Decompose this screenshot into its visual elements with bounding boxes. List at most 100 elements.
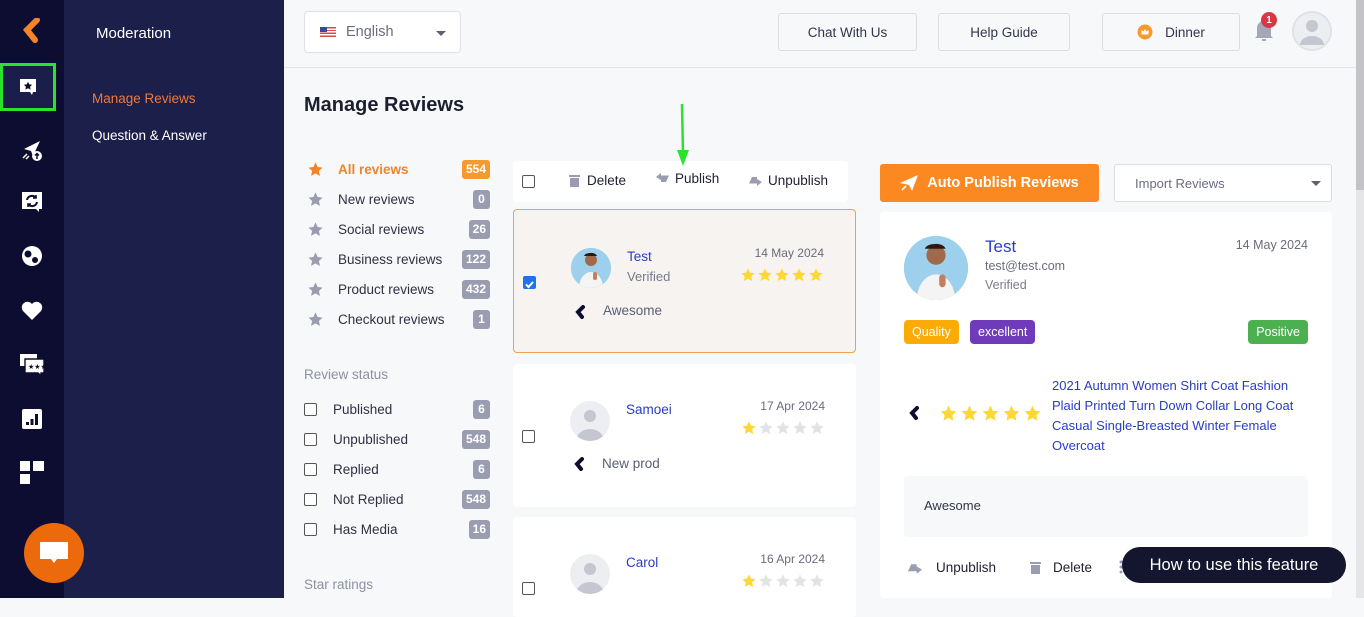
filter-business-reviews[interactable]: Business reviews 122 [304,248,490,270]
filter-label: New reviews [338,191,415,207]
rail-item-reviews[interactable] [0,63,56,111]
apps-grid-icon [20,461,44,484]
loyalty-icon [22,246,42,266]
status-label: Not Replied [333,491,404,507]
filter-checkout-reviews[interactable]: Checkout reviews 1 [304,308,490,330]
filter-all-reviews[interactable]: All reviews 554 [304,158,490,180]
star-empty-icon [776,574,790,588]
review-date: 17 Apr 2024 [760,399,825,413]
checkbox[interactable] [304,432,317,446]
status-published[interactable]: Published 6 [304,398,490,420]
page-scrollbar[interactable] [1356,0,1364,598]
trash-icon [1030,562,1041,574]
person-photo-icon [904,236,968,300]
bulk-unpublish-button[interactable]: Unpublish [749,173,828,188]
chat-with-us-button[interactable]: Chat With Us [778,13,917,51]
star-icon [308,311,323,326]
bulk-delete-button[interactable]: Delete [569,173,626,188]
annotation-arrow-icon [677,104,689,166]
count-badge: 432 [461,279,490,299]
notifications-button[interactable]: 1 [1254,12,1277,47]
subnav-item-question-answer[interactable]: Question & Answer [92,128,207,143]
count-badge: 6 [473,399,490,419]
detail-review-date: 14 May 2024 [1235,238,1308,252]
count-badge: 1 [473,309,490,329]
svg-text:★★★: ★★★ [28,363,45,371]
chat-stars-icon: ★★★ [20,354,45,377]
count-badge: 554 [461,159,490,179]
review-card[interactable]: Samoei 17 Apr 2024 New prod [513,364,856,507]
star-icon [308,251,323,266]
review-checkbox[interactable] [523,276,536,289]
filter-label: Social reviews [338,221,425,237]
detail-star-rating [939,404,1042,423]
review-checkbox[interactable] [522,582,535,595]
status-label: Published [333,401,393,417]
help-guide-button[interactable]: Help Guide [938,13,1070,51]
bulk-publish-button[interactable]: Publish [656,171,719,186]
reviewer-name[interactable]: Carol [626,555,658,570]
product-link[interactable]: 2021 Autumn Women Shirt Coat Fashion Pla… [1052,376,1312,456]
delete-label: Delete [1053,560,1093,575]
unpublish-button[interactable]: Unpublish [908,560,996,575]
star-filled-icon [961,405,978,421]
source-logo-icon [575,305,585,319]
plan-button[interactable]: Dinner [1102,13,1240,51]
app-logo-icon[interactable] [21,18,43,44]
checkbox[interactable] [304,522,317,536]
rail-item-publish[interactable] [0,126,64,174]
import-reviews-select[interactable]: Import Reviews [1114,164,1332,202]
auto-publish-button[interactable]: Auto Publish Reviews [880,164,1099,202]
delete-button[interactable]: Delete [1030,560,1092,575]
star-rating [740,267,824,283]
star-empty-icon [776,421,790,435]
rail-item-apps[interactable] [0,449,64,497]
review-text: Awesome [603,303,663,318]
star-icon [308,221,323,236]
reviewer-photo [904,236,968,300]
star-rating [741,420,825,436]
status-not-replied[interactable]: Not Replied 548 [304,488,490,510]
filter-new-reviews[interactable]: New reviews 0 [304,188,490,210]
review-checkbox[interactable] [522,430,535,443]
status-label: Unpublished [333,431,409,447]
count-badge: 0 [473,189,490,209]
rail-item-loyalty[interactable] [0,232,64,280]
star-empty-icon [810,574,824,588]
rail-item-wishlist[interactable] [0,287,64,335]
filter-product-reviews[interactable]: Product reviews 432 [304,278,490,300]
star-filled-icon [741,268,755,282]
filter-label: Checkout reviews [338,311,445,327]
scrollbar-thumb[interactable] [1356,0,1364,190]
checkbox[interactable] [304,462,317,476]
star-icon [308,161,323,176]
person-photo-icon [571,248,611,288]
select-all-checkbox[interactable] [522,175,535,188]
status-label: Has Media [333,521,398,537]
filter-social-reviews[interactable]: Social reviews 26 [304,218,490,240]
live-chat-button[interactable] [24,523,84,583]
rail-item-sync[interactable] [0,178,64,226]
detail-reviewer-name[interactable]: Test [985,237,1016,257]
filter-label: All reviews [338,161,409,177]
checkbox[interactable] [304,402,317,416]
review-card[interactable]: Carol 16 Apr 2024 [513,517,856,617]
status-unpublished[interactable]: Unpublished 548 [304,428,490,450]
subnav-item-manage-reviews[interactable]: Manage Reviews [92,91,196,106]
review-card[interactable]: Test Verified 14 May 2024 Awesome [513,209,856,353]
rail-item-testimonials[interactable]: ★★★ [0,341,64,389]
how-to-use-button[interactable]: How to use this feature [1122,547,1346,583]
rail-item-analytics[interactable] [0,395,64,443]
status-has-media[interactable]: Has Media 16 [304,518,490,540]
language-select[interactable]: English [304,11,461,53]
reviewer-name[interactable]: Test [627,249,652,264]
user-avatar[interactable] [1292,11,1332,51]
star-empty-icon [759,421,773,435]
reviewer-name[interactable]: Samoei [626,402,672,417]
checkbox[interactable] [304,492,317,506]
star-filled-icon [982,405,999,421]
status-replied[interactable]: Replied 6 [304,458,490,480]
star-filled-icon [758,268,772,282]
plan-label: Dinner [1165,24,1205,40]
star-filled-icon [1024,405,1041,421]
